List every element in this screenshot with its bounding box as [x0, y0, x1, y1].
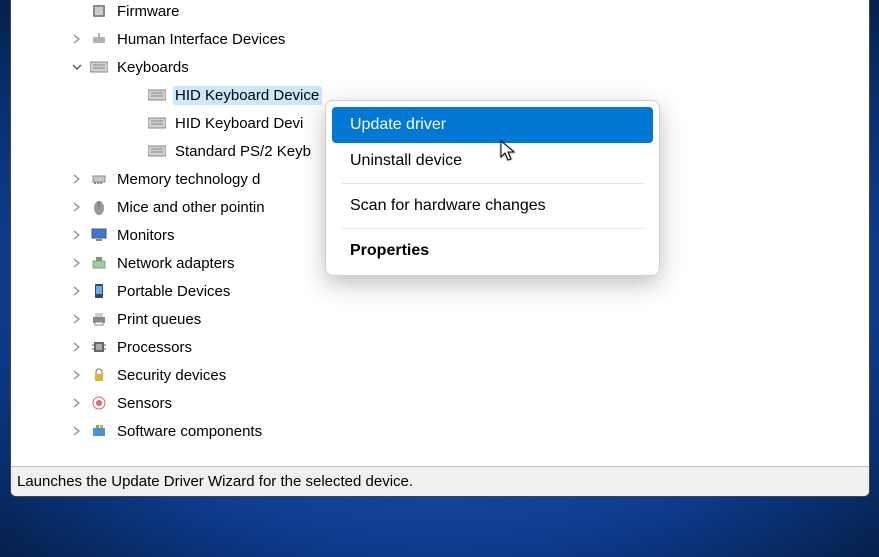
- monitor-icon: [89, 227, 109, 243]
- menu-item-scan-hardware[interactable]: Scan for hardware changes: [332, 188, 653, 224]
- tree-item-software-components[interactable]: Software components: [69, 417, 869, 445]
- tree-item-label: Firmware: [115, 2, 183, 21]
- expander-icon[interactable]: [69, 395, 85, 411]
- mouse-icon: [89, 199, 109, 215]
- tree-item-label: Print queues: [115, 310, 204, 329]
- tree-item-label: Processors: [115, 338, 195, 357]
- tree-item-print-queues[interactable]: Print queues: [69, 305, 869, 333]
- expander-icon[interactable]: [69, 367, 85, 383]
- firmware-icon: [89, 3, 109, 19]
- keyboard-icon: [89, 59, 109, 75]
- sensor-icon: [89, 395, 109, 411]
- keyboard-icon: [147, 87, 167, 103]
- tree-item-firmware[interactable]: Firmware: [69, 0, 869, 25]
- hid-icon: [89, 31, 109, 47]
- keyboard-icon: [147, 115, 167, 131]
- expander-icon[interactable]: [69, 171, 85, 187]
- tree-item-label: HID Keyboard Devi: [173, 114, 306, 133]
- expander-icon[interactable]: [69, 31, 85, 47]
- software-component-icon: [89, 423, 109, 439]
- memory-icon: [89, 171, 109, 187]
- menu-separator: [342, 228, 643, 229]
- menu-item-properties[interactable]: Properties: [332, 233, 653, 269]
- tree-item-label: Monitors: [115, 226, 178, 245]
- tree-item-label: Portable Devices: [115, 282, 233, 301]
- tree-item-portable-devices[interactable]: Portable Devices: [69, 277, 869, 305]
- expander-icon[interactable]: [69, 283, 85, 299]
- tree-item-label: Sensors: [115, 394, 175, 413]
- statusbar: Launches the Update Driver Wizard for th…: [11, 466, 869, 496]
- tree-item-label: Memory technology d: [115, 170, 263, 189]
- tree-item-label: HID Keyboard Device: [173, 86, 322, 105]
- tree-item-keyboards[interactable]: Keyboards: [69, 53, 869, 81]
- tree-item-label: Mice and other pointin: [115, 198, 268, 217]
- menu-item-uninstall-device[interactable]: Uninstall device: [332, 143, 653, 179]
- tree-item-label: Standard PS/2 Keyb: [173, 142, 314, 161]
- tree-item-sensors[interactable]: Sensors: [69, 389, 869, 417]
- menu-item-label: Uninstall device: [350, 152, 462, 170]
- context-menu: Update driver Uninstall device Scan for …: [325, 100, 660, 276]
- menu-item-label: Properties: [350, 242, 429, 260]
- tree-item-label: Keyboards: [115, 58, 192, 77]
- tree-item-processors[interactable]: Processors: [69, 333, 869, 361]
- expander-icon[interactable]: [69, 59, 85, 75]
- tree-item-label: Network adapters: [115, 254, 238, 273]
- network-icon: [89, 255, 109, 271]
- expander-icon[interactable]: [69, 227, 85, 243]
- expander-icon[interactable]: [69, 339, 85, 355]
- expander-icon[interactable]: [69, 199, 85, 215]
- tree-item-security-devices[interactable]: Security devices: [69, 361, 869, 389]
- portable-device-icon: [89, 283, 109, 299]
- tree-item-label: Security devices: [115, 366, 229, 385]
- tree-item-hid[interactable]: Human Interface Devices: [69, 25, 869, 53]
- tree-item-label: Software components: [115, 422, 265, 441]
- menu-item-update-driver[interactable]: Update driver: [332, 107, 653, 143]
- expander-icon[interactable]: [69, 311, 85, 327]
- menu-separator: [342, 183, 643, 184]
- processor-icon: [89, 339, 109, 355]
- menu-item-label: Scan for hardware changes: [350, 197, 546, 215]
- security-icon: [89, 367, 109, 383]
- expander-icon[interactable]: [69, 423, 85, 439]
- menu-item-label: Update driver: [350, 116, 446, 134]
- keyboard-icon: [147, 143, 167, 159]
- statusbar-text: Launches the Update Driver Wizard for th…: [17, 473, 413, 490]
- tree-item-label: Human Interface Devices: [115, 30, 288, 49]
- expander-icon[interactable]: [69, 255, 85, 271]
- printer-icon: [89, 311, 109, 327]
